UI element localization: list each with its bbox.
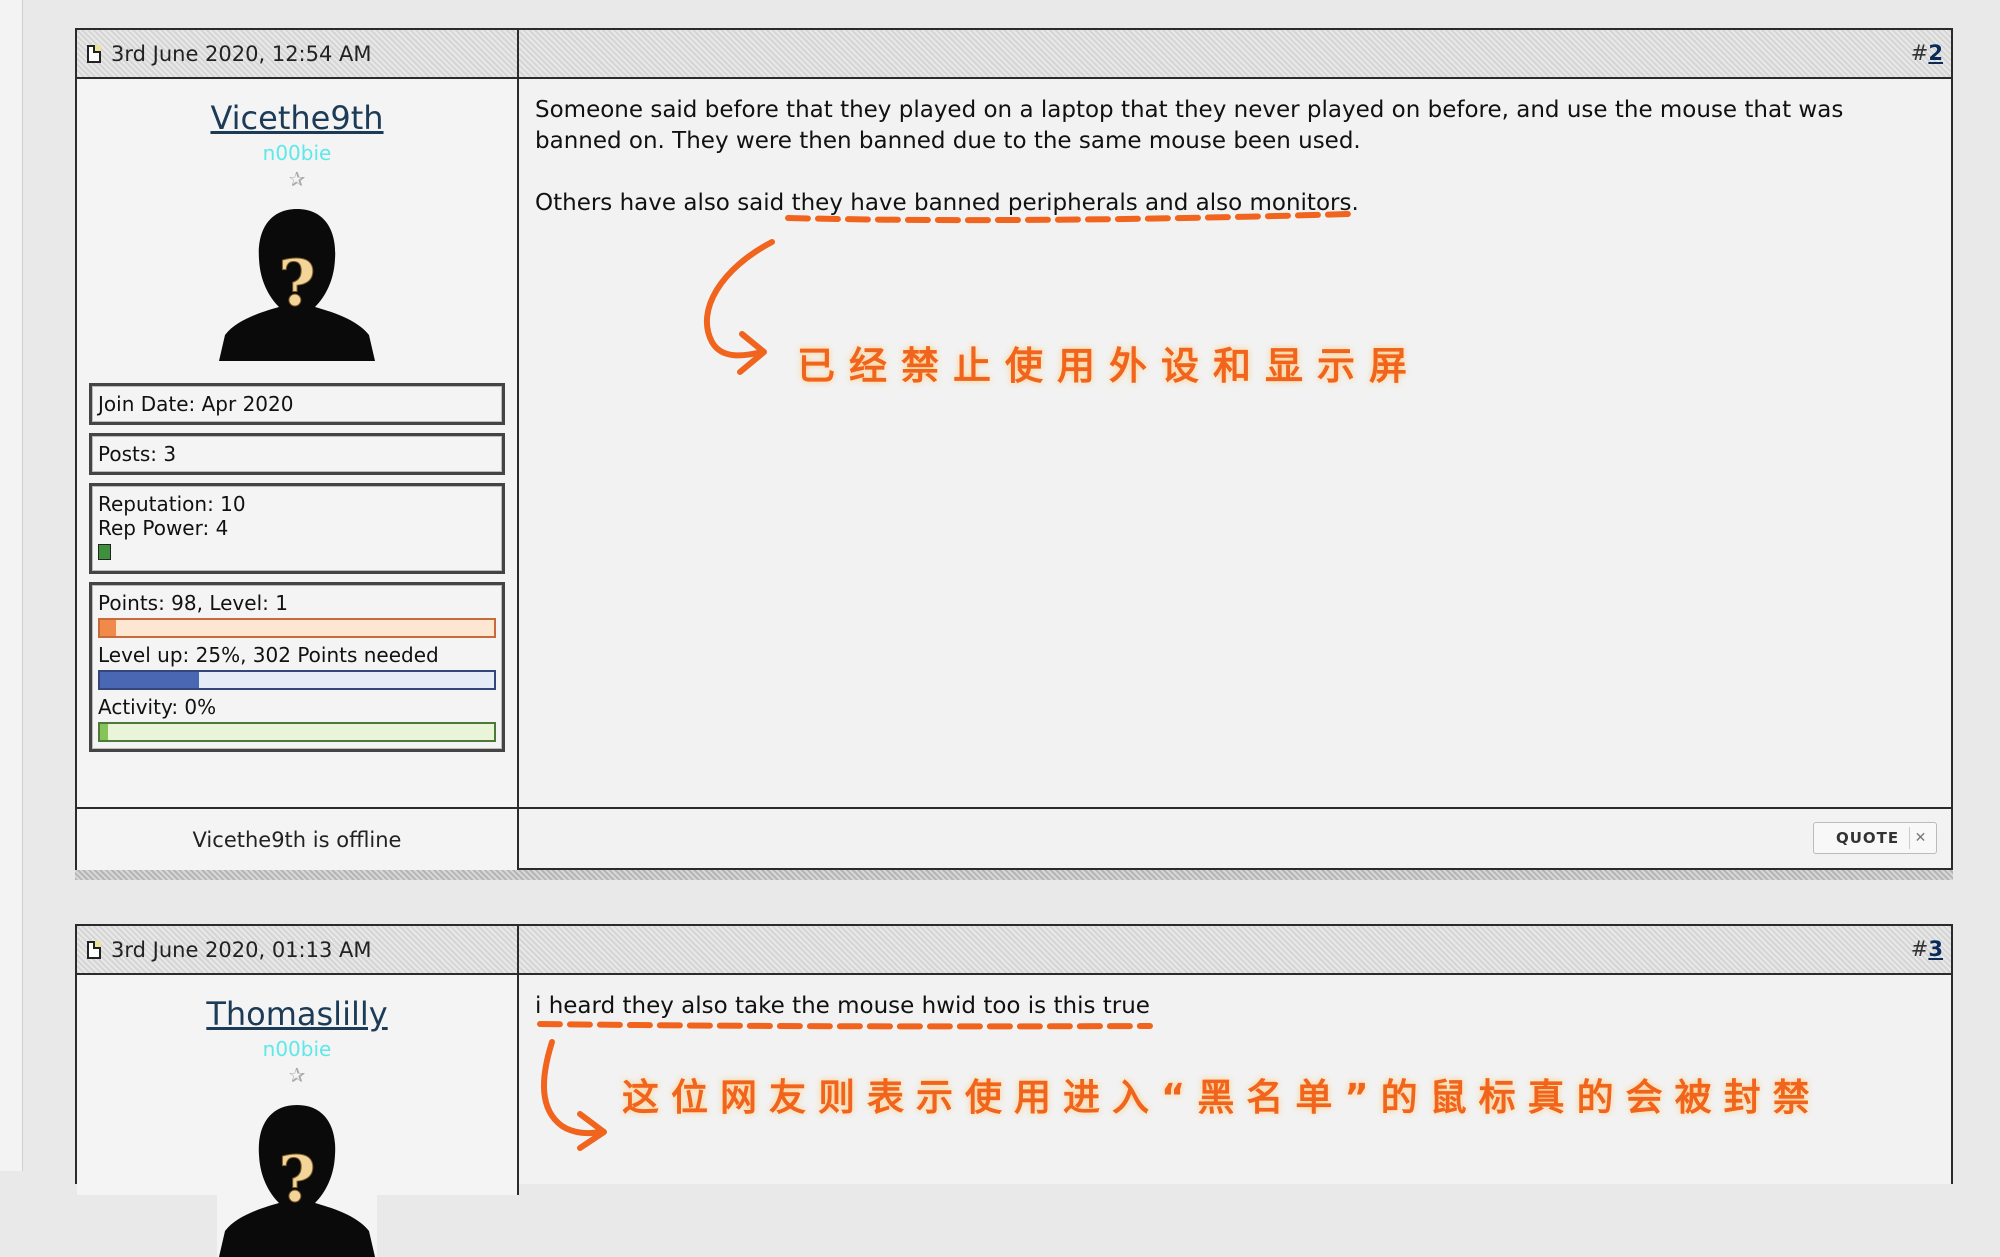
posts-count-box: Posts: 3 <box>89 433 505 475</box>
posts-count: Posts: 3 <box>98 442 177 466</box>
forum-post: 3rd June 2020, 12:54 AM #2 Vicethe9th n0… <box>75 28 1953 871</box>
activity-progress-fill <box>100 724 108 740</box>
points-progress-bar <box>98 618 496 638</box>
message-paragraph: i heard they also take the mouse hwid to… <box>535 993 1150 1019</box>
post-header: 3rd June 2020, 12:54 AM #2 <box>77 30 1951 79</box>
reputation-gem-icon <box>98 544 111 560</box>
star-icon: ✰ <box>288 1063 306 1087</box>
level-up-text: Level up: 25%, 302 Points needed <box>98 643 439 667</box>
star-icon: ✰ <box>288 167 306 191</box>
document-icon <box>87 940 101 959</box>
activity-progress-bar <box>98 722 496 742</box>
message-paragraph: Others have also said they have banned p… <box>535 190 1359 216</box>
post-separator <box>75 870 1953 880</box>
page-left-edge <box>0 0 23 1171</box>
user-title: n00bie <box>262 1037 332 1061</box>
post-number-prefix: # <box>1910 937 1929 961</box>
level-up-progress-fill <box>100 672 199 688</box>
svg-text:?: ? <box>278 246 316 321</box>
join-date-box: Join Date: Apr 2020 <box>89 383 505 425</box>
rep-power: Rep Power: 4 <box>98 516 229 540</box>
post-date-cell: 3rd June 2020, 01:13 AM <box>77 926 519 973</box>
quote-button[interactable]: QUOTE ✕ <box>1813 822 1937 854</box>
points-box: Points: 98, Level: 1 Level up: 25%, 302 … <box>89 582 505 752</box>
user-info-column: Vicethe9th n00bie ✰ ? Join Date: Apr 202… <box>77 79 519 809</box>
post-number: #2 <box>1911 41 1943 65</box>
user-info-column: Thomaslilly n00bie ✰ ? <box>77 975 519 1257</box>
svg-text:?: ? <box>278 1142 316 1217</box>
annotation-text: 已经禁止使用外设和显示屏 <box>797 344 1422 388</box>
post-date: 3rd June 2020, 12:54 AM <box>111 41 372 66</box>
annotation-text: 这位网友则表示使用进入“黑名单”的鼠标真的会被封禁 <box>622 1076 1822 1119</box>
join-date: Join Date: Apr 2020 <box>98 392 294 416</box>
post-body: Thomaslilly n00bie ✰ ? i heard they also… <box>77 975 1951 1257</box>
post-message: Someone said before that they played on … <box>535 95 1931 250</box>
post-permalink[interactable]: 2 <box>1928 41 1943 65</box>
reputation-box: Reputation: 10 Rep Power: 4 <box>89 483 505 574</box>
reputation: Reputation: 10 <box>98 492 246 516</box>
activity-text: Activity: 0% <box>98 695 217 719</box>
user-title: n00bie <box>262 141 332 165</box>
points-progress-fill <box>100 620 116 636</box>
post-date-cell: 3rd June 2020, 12:54 AM <box>77 30 519 77</box>
points-level: Points: 98, Level: 1 <box>98 591 288 615</box>
post-date: 3rd June 2020, 01:13 AM <box>111 937 372 962</box>
level-up-progress-bar <box>98 670 496 690</box>
username-link[interactable]: Vicethe9th <box>77 99 517 137</box>
avatar[interactable]: ? <box>217 1097 377 1257</box>
multi-quote-icon[interactable]: ✕ <box>1909 827 1932 849</box>
post-header: 3rd June 2020, 01:13 AM #3 <box>77 926 1951 975</box>
post-number: #3 <box>1911 937 1943 961</box>
username-link[interactable]: Thomaslilly <box>77 995 517 1033</box>
post-message: i heard they also take the mouse hwid to… <box>535 991 1931 1053</box>
post-number-prefix: # <box>1910 41 1929 65</box>
message-paragraph: Someone said before that they played on … <box>535 97 1844 154</box>
forum-post: 3rd June 2020, 01:13 AM #3 Thomaslilly n… <box>75 924 1953 1257</box>
online-status: Vicethe9th is offline <box>77 809 519 871</box>
avatar[interactable]: ? <box>217 201 377 361</box>
quote-label: QUOTE <box>1836 829 1900 847</box>
document-icon <box>87 44 101 63</box>
post-body: Vicethe9th n00bie ✰ ? Join Date: Apr 202… <box>77 79 1951 809</box>
post-permalink[interactable]: 3 <box>1928 937 1943 961</box>
post-footer: Vicethe9th is offline QUOTE ✕ <box>77 807 1951 871</box>
